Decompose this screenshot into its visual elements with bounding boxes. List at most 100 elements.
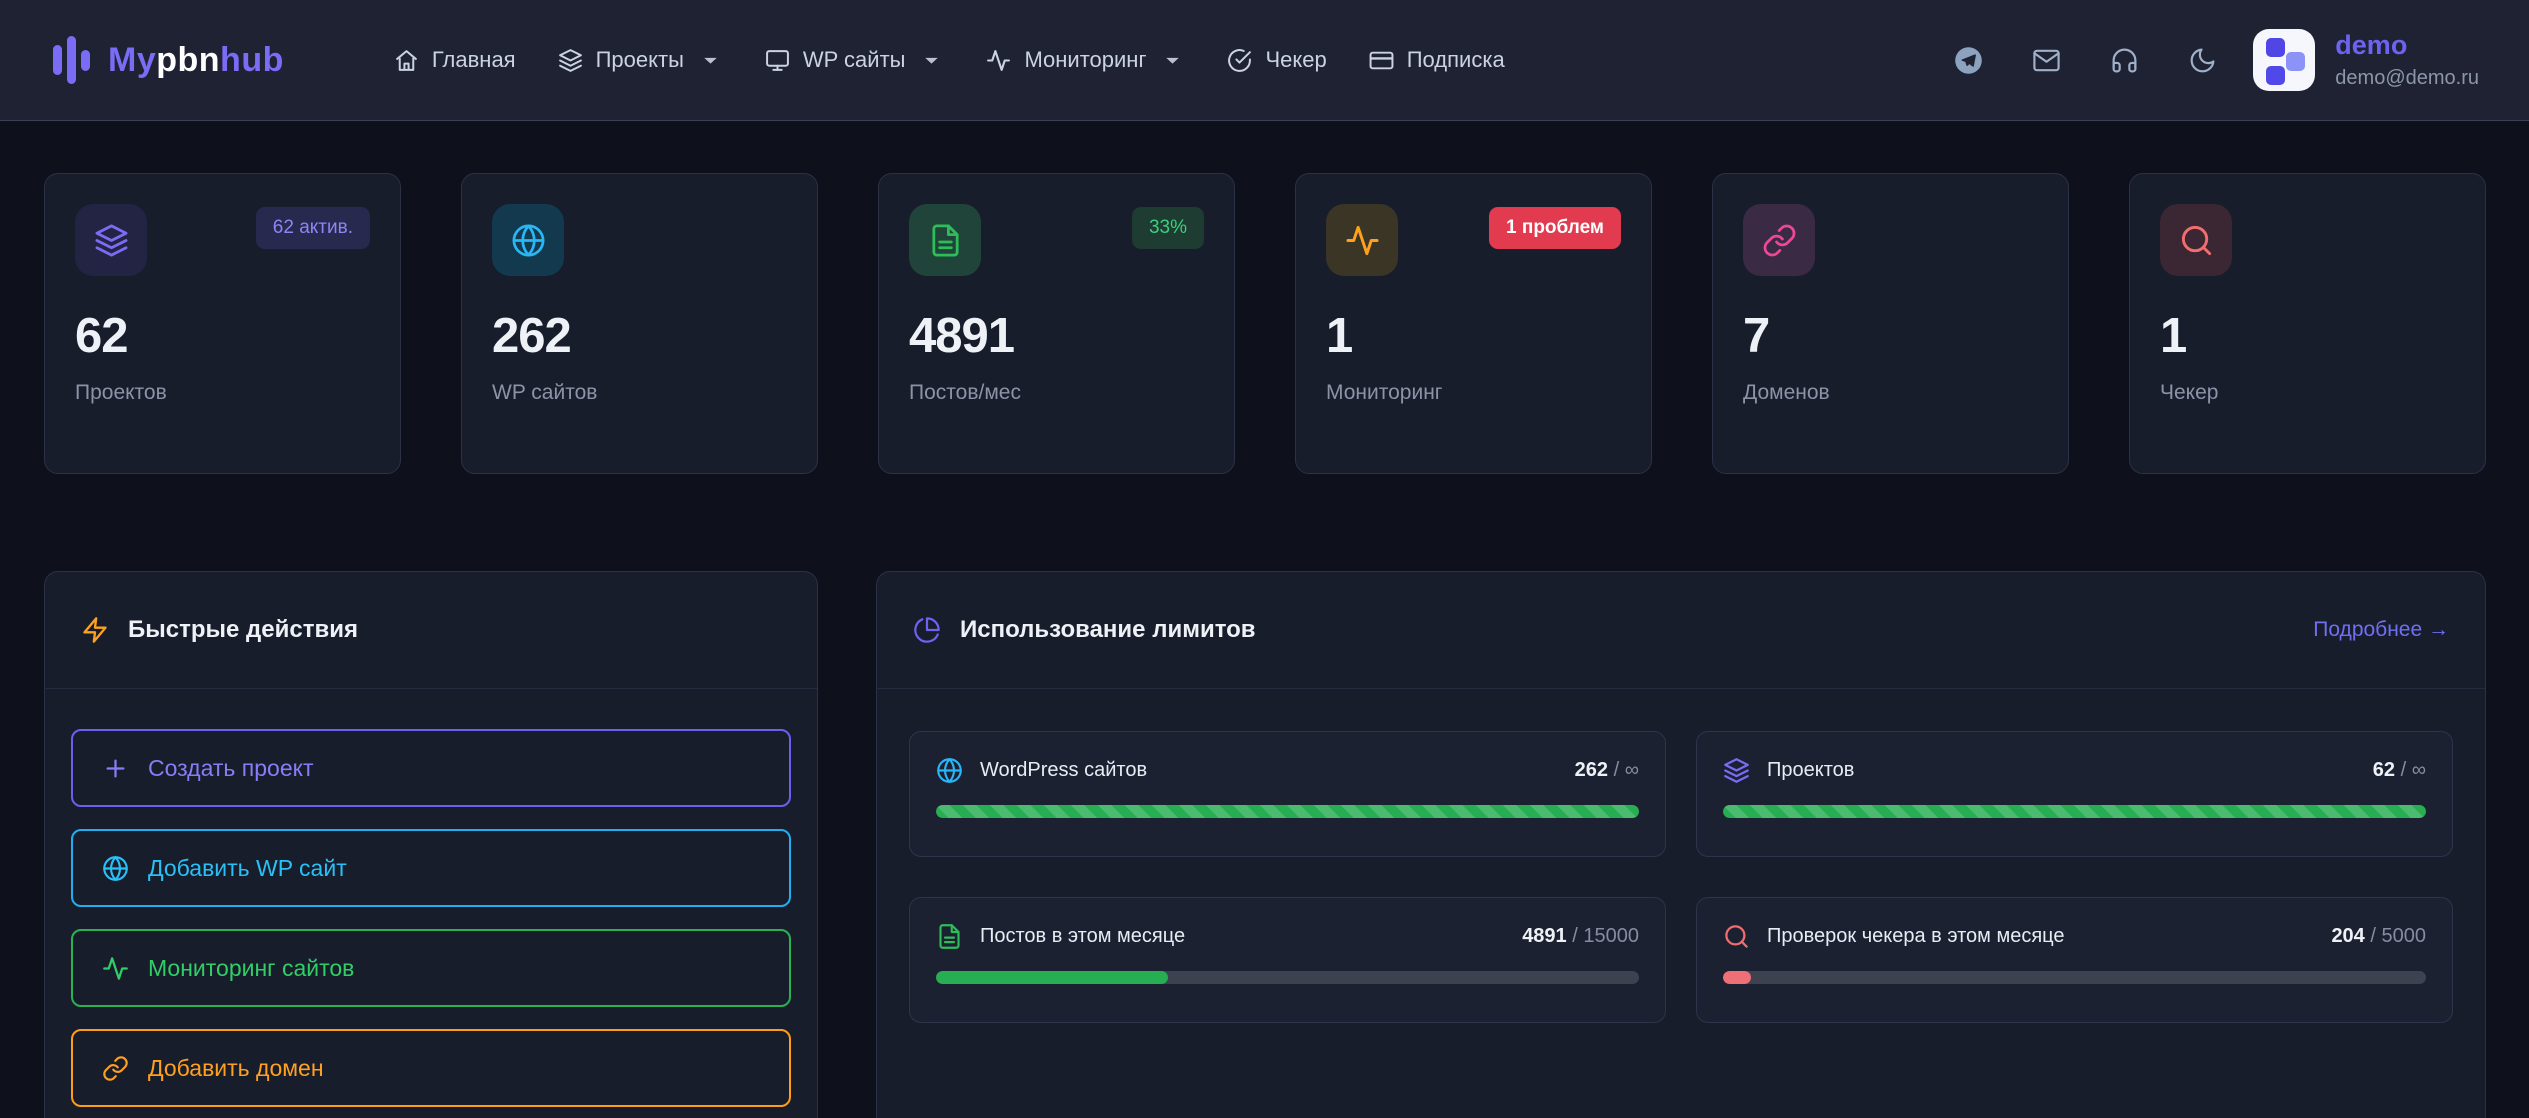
status-badge: 33% [1132, 207, 1204, 249]
stat-value: 262 [492, 308, 787, 364]
brand-logo[interactable]: Mypbnhub [53, 36, 284, 84]
limit-label: WordPress сайтов [980, 759, 1147, 782]
telegram-icon [1954, 46, 1983, 75]
panel-title: Быстрые действия [128, 616, 358, 644]
nav-item-subscription[interactable]: Подписка [1369, 47, 1505, 73]
panel-title: Использование лимитов [960, 616, 1256, 644]
monitor-icon [765, 48, 790, 73]
limits-header: Использование лимитов Подробнее → [877, 572, 2485, 689]
nav-item-label: Проекты [596, 47, 684, 73]
add-wp-site-button[interactable]: Добавить WP сайт [71, 829, 791, 907]
quick-actions-body: Создать проект Добавить WP сайт Монитори… [45, 689, 817, 1118]
avatar [2253, 29, 2315, 91]
nav-item-home[interactable]: Главная [394, 47, 516, 73]
status-badge: 62 актив. [256, 207, 370, 249]
add-domain-button[interactable]: Добавить домен [71, 1029, 791, 1107]
limit-card-wp-sites: WordPress сайтов 262 / ∞ [909, 731, 1666, 857]
user-menu[interactable]: demo demo@demo.ru [2253, 29, 2479, 91]
layers-icon [94, 223, 129, 258]
stat-label: Постов/мес [909, 381, 1204, 405]
stat-label: Проектов [75, 381, 370, 405]
globe-icon [102, 855, 129, 882]
globe-icon [936, 757, 963, 784]
mail-button[interactable] [2032, 46, 2061, 75]
stat-card-posts: 33% 4891 Постов/мес [878, 173, 1235, 474]
progress-fill [936, 971, 1168, 984]
nav-item-checker[interactable]: Чекер [1227, 47, 1326, 73]
stat-tile [75, 204, 147, 276]
activity-icon [102, 955, 129, 982]
nav-item-wp-sites[interactable]: WP сайты [765, 47, 945, 73]
stat-value: 7 [1743, 308, 2038, 364]
chevron-down-icon [698, 48, 723, 73]
limit-value: 4891 / 15000 [1522, 925, 1639, 948]
limit-value: 262 / ∞ [1575, 759, 1639, 782]
zap-icon [81, 616, 109, 644]
globe-icon [511, 223, 546, 258]
quick-actions-header: Быстрые действия [45, 572, 817, 689]
support-button[interactable] [2110, 46, 2139, 75]
stat-tile [2160, 204, 2232, 276]
button-label: Мониторинг сайтов [148, 955, 354, 982]
file-text-icon [936, 923, 963, 950]
limits-body: WordPress сайтов 262 / ∞ Проектов 62 / ∞ [877, 689, 2485, 1065]
stat-tile [1743, 204, 1815, 276]
stat-label: WP сайтов [492, 381, 787, 405]
nav-item-label: Главная [432, 47, 516, 73]
stat-value: 1 [2160, 308, 2455, 364]
telegram-button[interactable] [1954, 46, 1983, 75]
navbar-actions: demo demo@demo.ru [1905, 29, 2479, 91]
nav-item-label: Мониторинг [1024, 47, 1146, 73]
progress-track [936, 971, 1639, 984]
limit-card-posts: Постов в этом месяце 4891 / 15000 [909, 897, 1666, 1023]
stat-value: 4891 [909, 308, 1204, 364]
navbar: Mypbnhub Главная Проекты WP сайты Монито… [0, 0, 2529, 121]
brand-bars-icon [53, 36, 90, 84]
nav-item-label: Подписка [1407, 47, 1505, 73]
link-icon [102, 1055, 129, 1082]
chevron-down-icon [1160, 48, 1185, 73]
headphones-icon [2110, 46, 2139, 75]
stat-card-domains: 7 Доменов [1712, 173, 2069, 474]
activity-icon [986, 48, 1011, 73]
limit-label: Проектов [1767, 759, 1854, 782]
button-label: Создать проект [148, 755, 313, 782]
theme-toggle-button[interactable] [2188, 46, 2217, 75]
layers-icon [1723, 757, 1750, 784]
limit-label: Проверок чекера в этом месяце [1767, 925, 2065, 948]
limit-card-checker: Проверок чекера в этом месяце 204 / 5000 [1696, 897, 2453, 1023]
stats-row: 62 актив. 62 Проектов 262 WP сайтов 33% … [44, 173, 2486, 474]
plus-icon [102, 755, 129, 782]
nav-item-projects[interactable]: Проекты [558, 47, 723, 73]
limits-panel: Использование лимитов Подробнее → WordPr… [876, 571, 2486, 1118]
status-badge: 1 проблем [1489, 207, 1621, 249]
stat-label: Чекер [2160, 381, 2455, 405]
stat-value: 1 [1326, 308, 1621, 364]
stat-tile [1326, 204, 1398, 276]
stat-value: 62 [75, 308, 370, 364]
link-icon [1762, 223, 1797, 258]
progress-fill [1723, 971, 1751, 984]
create-project-button[interactable]: Создать проект [71, 729, 791, 807]
nav-item-monitoring[interactable]: Мониторинг [986, 47, 1185, 73]
nav-item-label: Чекер [1265, 47, 1326, 73]
user-name: demo [2335, 30, 2479, 61]
stat-card-checker: 1 Чекер [2129, 173, 2486, 474]
stat-tile [492, 204, 564, 276]
search-icon [2179, 223, 2214, 258]
dashboard-content: 62 актив. 62 Проектов 262 WP сайтов 33% … [0, 121, 2529, 1118]
monitoring-sites-button[interactable]: Мониторинг сайтов [71, 929, 791, 1007]
limit-card-projects: Проектов 62 / ∞ [1696, 731, 2453, 857]
nav-menu: Главная Проекты WP сайты Мониторинг Чеке… [394, 47, 1505, 73]
brand-text: Mypbnhub [108, 41, 284, 80]
progress-fill [936, 805, 1639, 818]
progress-fill [1723, 805, 2426, 818]
bottom-section: Быстрые действия Создать проект Добавить… [44, 571, 2486, 1118]
stat-label: Доменов [1743, 381, 2038, 405]
progress-track [1723, 805, 2426, 818]
limits-more-link[interactable]: Подробнее → [2313, 618, 2449, 642]
chevron-down-icon [919, 48, 944, 73]
user-email: demo@demo.ru [2335, 67, 2479, 90]
credit-card-icon [1369, 48, 1394, 73]
activity-icon [1345, 223, 1380, 258]
